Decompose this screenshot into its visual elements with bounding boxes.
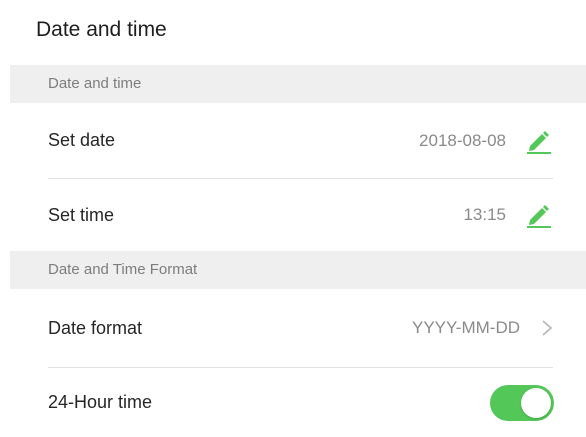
section-header-date-and-time-format: Date and Time Format [10, 251, 586, 289]
edit-icon[interactable] [524, 128, 554, 154]
set-date-value-group: 2018-08-08 [419, 128, 554, 154]
section-header-date-and-time: Date and time [10, 65, 586, 103]
set-time-label: Set time [48, 204, 115, 225]
set-time-value: 13:15 [463, 205, 506, 224]
date-format-value: YYYY-MM-DD [412, 318, 520, 337]
date-format-label: Date format [48, 317, 143, 338]
24-hour-time-toggle[interactable] [490, 384, 554, 421]
date-format-value-group: YYYY-MM-DD [412, 318, 554, 338]
toggle-knob [521, 387, 551, 418]
24-hour-time-label: 24-Hour time [48, 392, 153, 412]
date-format-row[interactable]: Date format YYYY-MM-DD [10, 289, 586, 367]
24-hour-time-row: 24-Hour time [10, 368, 586, 437]
set-date-value: 2018-08-08 [419, 130, 506, 150]
chevron-right-icon [540, 318, 554, 338]
edit-icon[interactable] [524, 202, 554, 228]
set-time-value-group: 13:15 [463, 202, 554, 228]
set-date-label: Set date [48, 130, 116, 150]
set-date-row[interactable]: Set date 2018-08-08 [10, 103, 586, 178]
set-time-row[interactable]: Set time 13:15 [10, 179, 586, 251]
page-title: Date and time [36, 18, 167, 41]
